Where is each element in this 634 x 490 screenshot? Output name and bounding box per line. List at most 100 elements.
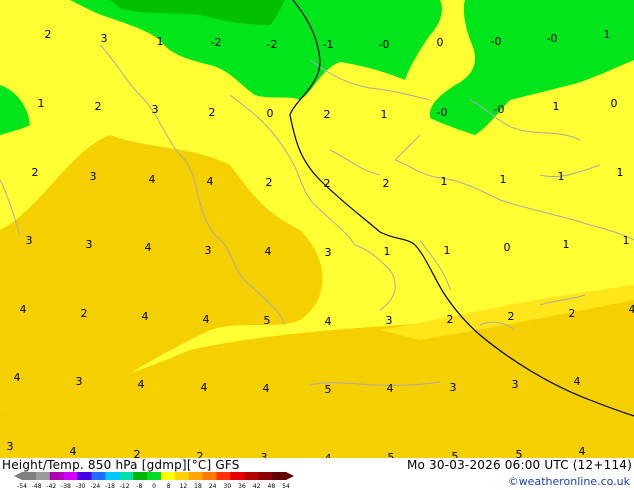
scale-tick-label: -54 <box>17 483 27 490</box>
value-label: 0 <box>611 97 618 110</box>
scale-tick-label: 24 <box>209 483 217 490</box>
value-label: 4 <box>70 445 77 458</box>
valid-time: Mo 30-03-2026 06:00 UTC (12+114) <box>406 458 632 472</box>
value-label: 5 <box>516 448 523 458</box>
value-label: 2 <box>95 100 102 113</box>
scale-swatch <box>49 472 65 480</box>
scale-tick-label: 54 <box>282 483 290 490</box>
value-label: 2 <box>324 108 331 121</box>
scale-swatch <box>77 472 92 480</box>
value-label: 2 <box>266 176 273 189</box>
value-label: 3 <box>90 170 97 183</box>
scale-tick-label: -12 <box>120 483 130 490</box>
scale-tick-label: 0 <box>152 483 156 490</box>
value-label: 1 <box>500 173 507 186</box>
value-label: -0 <box>494 103 505 116</box>
scale-tick-label: 8 <box>167 483 171 490</box>
scale-swatch <box>230 472 245 480</box>
value-label: 2 <box>383 177 390 190</box>
value-label: 1 <box>553 100 560 113</box>
value-label: 2 <box>324 177 331 190</box>
scale-tick-label: 36 <box>238 483 246 490</box>
value-label: 2 <box>32 166 39 179</box>
value-label: 4 <box>325 315 332 328</box>
scale-arrow-right <box>286 472 294 480</box>
value-label: 4 <box>149 173 156 186</box>
value-label: 0 <box>504 241 511 254</box>
value-label: -2 <box>267 38 278 51</box>
value-label: 3 <box>101 32 108 45</box>
value-label: 1 <box>444 244 451 257</box>
scale-tick-label: -38 <box>61 483 71 490</box>
scale-tick-label: -8 <box>136 483 142 490</box>
scale-swatch <box>160 472 176 480</box>
value-label: 3 <box>261 451 268 458</box>
value-label: 2 <box>447 313 454 326</box>
value-label: 3 <box>205 244 212 257</box>
value-label: 4 <box>138 378 145 391</box>
scale-tick-label: 30 <box>224 483 232 490</box>
value-label: 4 <box>207 175 214 188</box>
value-label: 3 <box>325 246 332 259</box>
scale-swatch <box>244 472 259 480</box>
scale-swatch <box>202 472 218 480</box>
value-label: 1 <box>441 175 448 188</box>
value-label: 4 <box>201 381 208 394</box>
scale-swatch <box>174 472 190 480</box>
scale-tick-label: 42 <box>253 483 261 490</box>
map-title: Height/Temp. 850 hPa [gdmp][°C] GFS <box>2 458 240 472</box>
value-label: 4 <box>145 241 152 254</box>
value-label: 3 <box>86 238 93 251</box>
value-label: 2 <box>81 307 88 320</box>
value-label: 1 <box>157 35 164 48</box>
scale-swatch <box>35 472 51 480</box>
scale-tick-label: -24 <box>90 483 100 490</box>
value-label: -0 <box>437 106 448 119</box>
scale-tick-label: -42 <box>46 483 56 490</box>
value-label: 3 <box>450 381 457 394</box>
scale-swatch <box>133 472 148 480</box>
value-label: 1 <box>617 166 624 179</box>
scale-swatch <box>119 472 134 480</box>
site-credit-link[interactable]: ©weatheronline.co.uk <box>508 475 630 488</box>
map-footer: Height/Temp. 850 hPa [gdmp][°C] GFS Mo 3… <box>0 458 634 490</box>
value-label: 1 <box>381 108 388 121</box>
value-label: 4 <box>14 371 21 384</box>
value-label: 4 <box>203 313 210 326</box>
value-label: 5 <box>325 383 332 396</box>
value-label: 2 <box>45 28 52 41</box>
scale-tick-label: 12 <box>180 483 188 490</box>
value-label: 1 <box>384 245 391 258</box>
scale-swatch <box>63 472 79 480</box>
value-label: 3 <box>7 440 14 453</box>
value-label: 2 <box>209 106 216 119</box>
value-label: 0 <box>437 36 444 49</box>
value-label: 1 <box>563 238 570 251</box>
value-label: 4 <box>263 382 270 395</box>
scale-swatch <box>188 472 204 480</box>
value-label: 3 <box>512 378 519 391</box>
scale-swatch <box>258 472 273 480</box>
scale-tick-label: -18 <box>105 483 115 490</box>
scale-tick-label: 48 <box>268 483 276 490</box>
scale-tick-label: 18 <box>194 483 202 490</box>
scale-swatch <box>22 472 37 480</box>
scale-swatch <box>105 472 120 480</box>
value-label: 2 <box>569 307 576 320</box>
value-label: -0 <box>491 35 502 48</box>
scale-tick-label: -48 <box>32 483 42 490</box>
value-label: -0 <box>547 32 558 45</box>
scale-swatch <box>147 472 162 480</box>
value-label: 4 <box>20 303 27 316</box>
value-label: 1 <box>623 234 630 247</box>
value-label: 4 <box>629 303 634 316</box>
value-label: 4 <box>574 375 581 388</box>
value-label: -1 <box>323 38 334 51</box>
weather-map: 2 3 1 -2 -2 -1 -0 0 -0 -0 1 1 2 3 2 0 2 … <box>0 0 634 458</box>
value-label: 2 <box>197 450 204 458</box>
value-label: 0 <box>267 107 274 120</box>
scale-tick-label: -30 <box>76 483 86 490</box>
value-label: 1 <box>558 170 565 183</box>
value-label: 4 <box>265 245 272 258</box>
value-label: 1 <box>38 97 45 110</box>
